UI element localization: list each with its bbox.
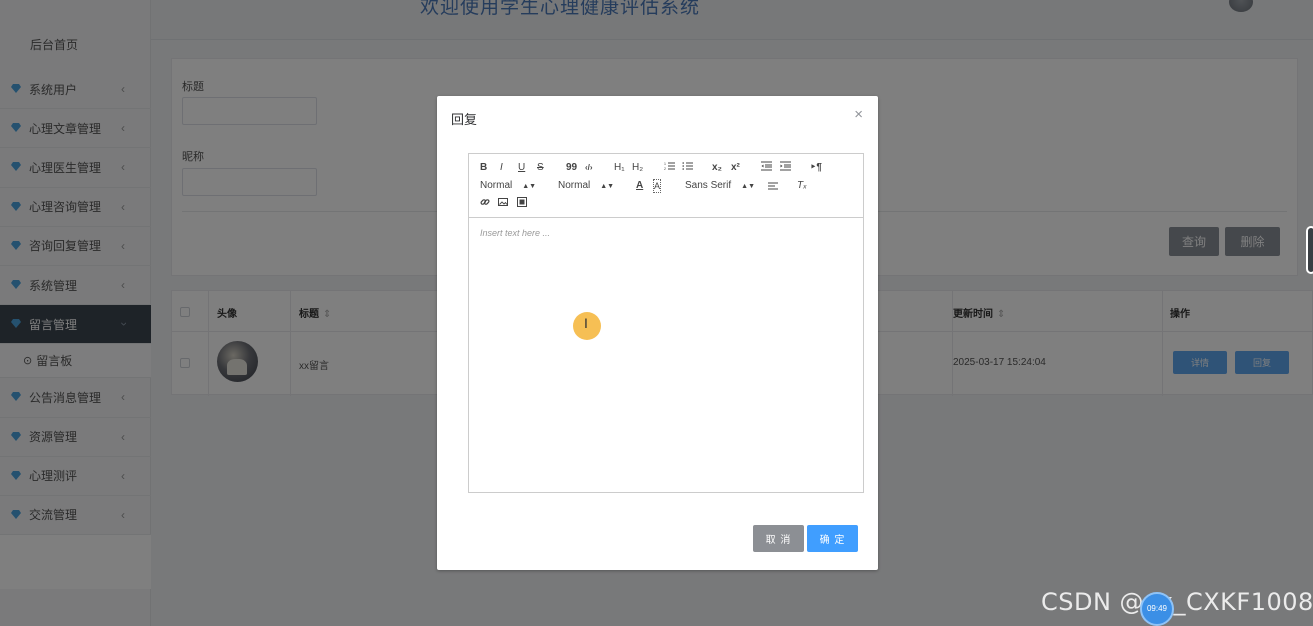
svg-text:1: 1 bbox=[664, 162, 666, 166]
subscript-button[interactable]: x₂ bbox=[712, 162, 722, 174]
italic-button[interactable]: I bbox=[500, 162, 503, 174]
header2-button[interactable]: H₂ bbox=[632, 162, 643, 174]
background-color-icon[interactable]: A bbox=[652, 179, 662, 193]
svg-text:2: 2 bbox=[664, 167, 666, 171]
align-icon[interactable] bbox=[768, 181, 778, 195]
video-icon[interactable] bbox=[517, 197, 527, 211]
bold-button[interactable]: B bbox=[480, 162, 487, 174]
header-select[interactable]: Normal ▲▼ bbox=[558, 180, 614, 193]
superscript-button[interactable]: x² bbox=[731, 162, 740, 174]
indent-icon[interactable] bbox=[780, 161, 791, 175]
csdn-watermark: CSDN @vx_CXKF10088 bbox=[1041, 588, 1313, 616]
side-handle[interactable] bbox=[1306, 226, 1313, 274]
close-icon[interactable]: × bbox=[854, 107, 863, 122]
text-color-icon[interactable]: A bbox=[636, 180, 643, 192]
code-block-button[interactable]: ‹/› bbox=[585, 162, 593, 174]
rich-text-editor: B I U S 99 ‹/› H₁ H₂ 12 x₂ x² ‣¶ Normal ▲… bbox=[468, 153, 864, 493]
clean-format-icon[interactable]: Tₓ bbox=[797, 180, 807, 192]
text-cursor-icon: I bbox=[584, 315, 588, 331]
editor-placeholder: Insert text here ... bbox=[480, 228, 551, 238]
dialog-title: 回复 bbox=[451, 112, 478, 127]
clock-badge: 09:49 bbox=[1140, 592, 1174, 626]
header1-button[interactable]: H₁ bbox=[614, 162, 625, 174]
ordered-list-icon[interactable]: 12 bbox=[664, 161, 675, 175]
font-select[interactable]: Sans Serif ▲▼ bbox=[685, 180, 755, 193]
select-arrow-icon: ▲▼ bbox=[600, 183, 615, 190]
strikethrough-button[interactable]: S bbox=[537, 162, 544, 174]
cancel-button[interactable]: 取 消 bbox=[753, 525, 804, 552]
size-select[interactable]: Normal ▲▼ bbox=[480, 180, 536, 193]
select-arrow-icon: ▲▼ bbox=[522, 183, 537, 190]
image-icon[interactable] bbox=[498, 197, 508, 211]
bullet-list-icon[interactable] bbox=[682, 161, 693, 175]
underline-button[interactable]: U bbox=[518, 162, 525, 174]
outdent-icon[interactable] bbox=[761, 161, 772, 175]
blockquote-button[interactable]: 99 bbox=[566, 162, 577, 174]
reply-dialog: 回复 × B I U S 99 ‹/› H₁ H₂ 12 x₂ x² ‣¶ No… bbox=[437, 96, 878, 570]
editor-content[interactable]: Insert text here ... bbox=[469, 218, 863, 492]
editor-toolbar: B I U S 99 ‹/› H₁ H₂ 12 x₂ x² ‣¶ Normal ▲… bbox=[469, 154, 863, 218]
confirm-button[interactable]: 确 定 bbox=[807, 525, 858, 552]
text-direction-icon[interactable]: ‣¶ bbox=[810, 162, 822, 174]
link-icon[interactable] bbox=[480, 197, 490, 211]
select-arrow-icon: ▲▼ bbox=[741, 183, 755, 190]
